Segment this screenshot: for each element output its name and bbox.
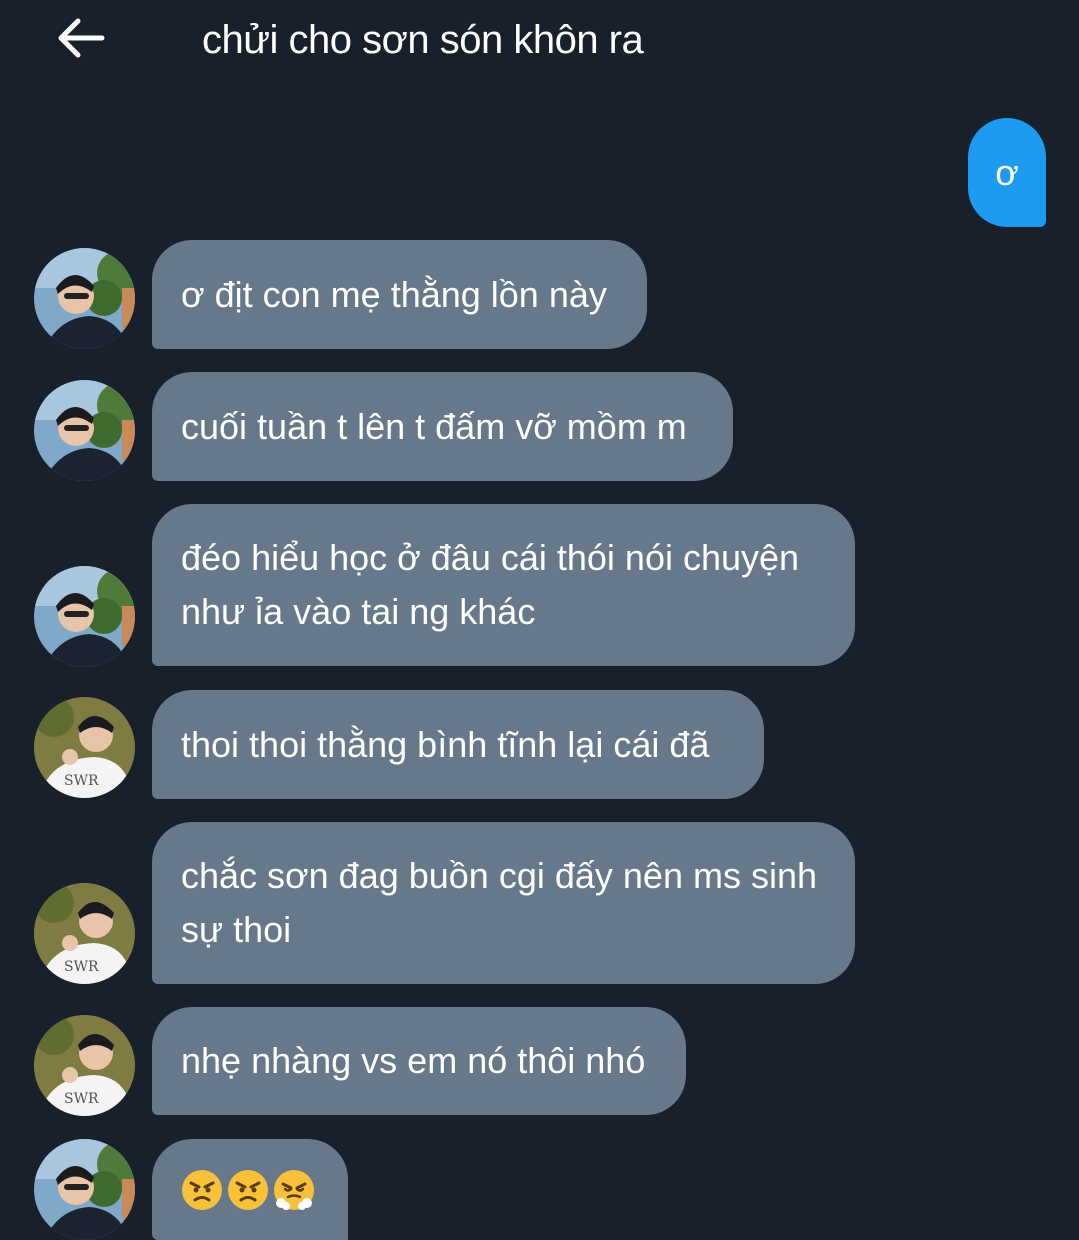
avatar[interactable]: SWR xyxy=(34,883,135,984)
message-text: đéo hiểu học ở đâu cái thói nói chuyện n… xyxy=(181,537,800,632)
received-message-bubble[interactable]: đéo hiểu học ở đâu cái thói nói chuyện n… xyxy=(152,504,855,666)
message-text: thoi thoi thằng bình tĩnh lại cái đã xyxy=(181,723,710,765)
svg-text:SWR: SWR xyxy=(64,773,99,789)
received-message-bubble[interactable] xyxy=(152,1139,348,1240)
arrow-left-icon xyxy=(58,18,105,58)
page-title: chửi cho sơn són khôn ra xyxy=(202,18,644,62)
avatar[interactable] xyxy=(34,380,135,481)
svg-text:SWR: SWR xyxy=(64,959,99,975)
avatar[interactable]: SWR xyxy=(34,1015,135,1116)
face-with-steam-icon xyxy=(274,1169,314,1210)
received-message-bubble[interactable]: ơ địt con mẹ thằng lồn này xyxy=(152,240,647,349)
sent-message-bubble[interactable]: ơ xyxy=(968,118,1046,227)
avatar[interactable] xyxy=(34,1139,135,1240)
received-message-bubble[interactable]: chắc sơn đag buồn cgi đấy nên ms sinh sự… xyxy=(152,822,855,984)
svg-text:SWR: SWR xyxy=(64,1091,99,1107)
message-text: chắc sơn đag buồn cgi đấy nên ms sinh sự… xyxy=(181,855,817,950)
avatar[interactable] xyxy=(34,248,135,349)
angry-face-icon xyxy=(182,1169,222,1210)
received-message-bubble[interactable]: nhẹ nhàng vs em nó thôi nhó xyxy=(152,1007,686,1115)
chat-header: chửi cho sơn són khôn ra xyxy=(0,0,1079,85)
message-text: ơ xyxy=(995,151,1019,193)
message-text: cuối tuần t lên t đấm vỡ mồm m xyxy=(181,405,687,447)
back-button[interactable] xyxy=(50,10,110,66)
received-message-bubble[interactable]: cuối tuần t lên t đấm vỡ mồm m xyxy=(152,372,733,481)
avatar[interactable] xyxy=(34,566,135,667)
message-text: nhẹ nhàng vs em nó thôi nhó xyxy=(181,1040,646,1081)
angry-face-icon xyxy=(228,1169,268,1210)
emoji-group xyxy=(181,1169,315,1211)
received-message-bubble[interactable]: thoi thoi thằng bình tĩnh lại cái đã xyxy=(152,690,764,799)
message-text: ơ địt con mẹ thằng lồn này xyxy=(181,273,607,315)
avatar[interactable]: SWR xyxy=(34,697,135,798)
